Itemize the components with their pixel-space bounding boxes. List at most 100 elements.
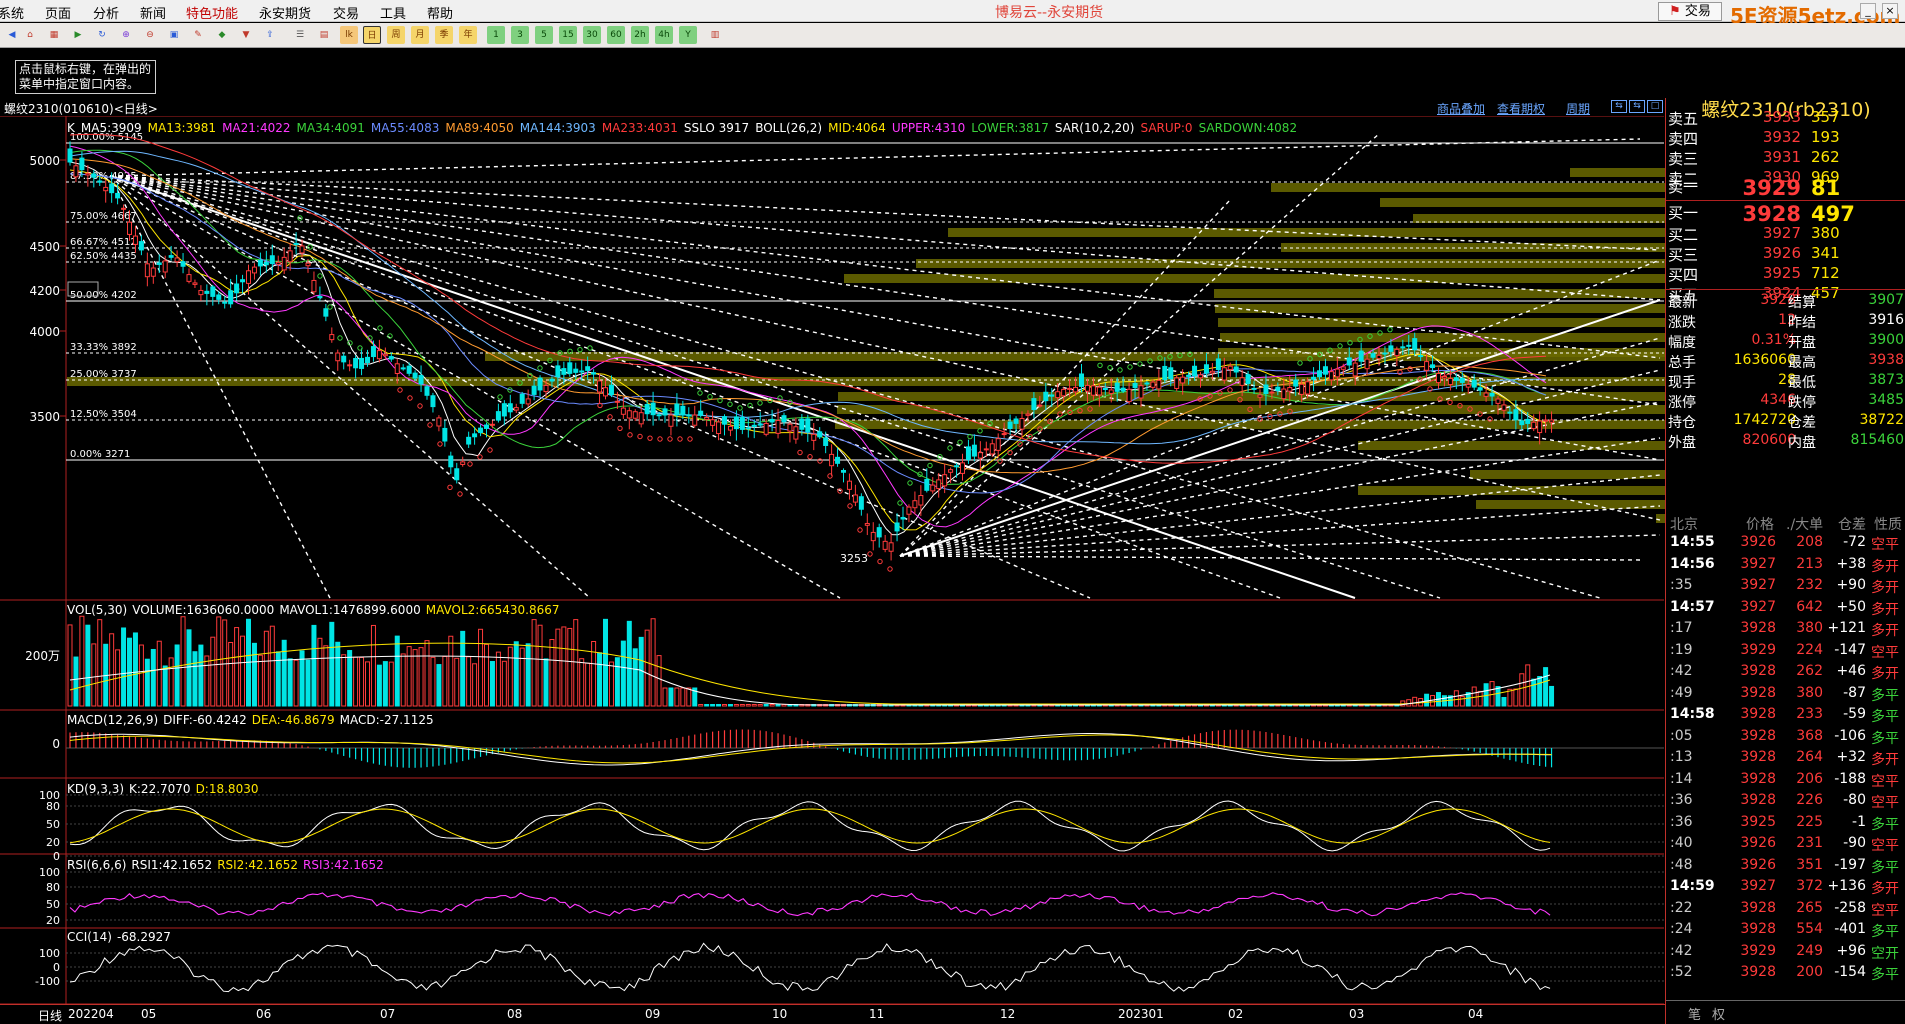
quote-v1: 1636060 xyxy=(1733,352,1796,368)
tick-row[interactable]: 14:57 3927 642 +50 多开 xyxy=(1666,599,1905,621)
period-3m-button[interactable]: 3 xyxy=(511,26,529,44)
window-icon[interactable]: ▣ xyxy=(166,26,182,44)
period-y-button[interactable]: Y xyxy=(679,26,697,44)
calendar-icon[interactable]: ▥ xyxy=(707,26,723,44)
close-icon[interactable]: × xyxy=(1882,3,1898,19)
draw-icon[interactable]: ✎ xyxy=(190,26,206,44)
tick-row[interactable]: :36 3928 226 -80 空平 xyxy=(1666,792,1905,814)
candle-body xyxy=(1186,374,1192,377)
tab-trades[interactable]: 笔 xyxy=(1688,1004,1701,1023)
tick-row[interactable]: 14:55 3926 208 -72 空平 xyxy=(1666,534,1905,556)
refresh-icon[interactable]: ↻ xyxy=(94,26,110,44)
menu-tools[interactable]: 工具 xyxy=(380,3,406,22)
ask-row[interactable]: 卖五 3933 357 xyxy=(1666,108,1905,128)
menu-system[interactable]: 系统 xyxy=(0,3,24,22)
volume-bar xyxy=(156,640,162,707)
ask-row[interactable]: 卖三 3931 262 xyxy=(1666,148,1905,168)
bid1-row[interactable]: 买一 3928 497 xyxy=(1666,202,1905,226)
menu-page[interactable]: 页面 xyxy=(45,3,71,22)
candle-body xyxy=(1025,413,1031,416)
tick-t: :49 xyxy=(1670,684,1693,701)
bid-row[interactable]: 买四 3925 712 xyxy=(1666,264,1905,284)
tick-row[interactable]: :48 3926 351 -197 多平 xyxy=(1666,857,1905,879)
layout-icon[interactable]: ⇆ xyxy=(1611,100,1627,113)
menu-trade[interactable]: 交易 xyxy=(333,3,359,22)
tick-row[interactable]: :36 3925 225 -1 多平 xyxy=(1666,814,1905,836)
kline-chart[interactable]: 100.00% 514587.50% 492575.00% 466766.67%… xyxy=(0,116,1665,1024)
indicator-icon[interactable]: ◆ xyxy=(214,26,230,44)
menu-news[interactable]: 新闻 xyxy=(140,3,166,22)
tick-d: +90 xyxy=(1836,577,1866,593)
bid-row[interactable]: 买二 3927 380 xyxy=(1666,224,1905,244)
period-30m-button[interactable]: 30 xyxy=(583,26,601,44)
zoom-out-icon[interactable]: ⊖ xyxy=(142,26,158,44)
candle-body xyxy=(1293,379,1299,387)
menu-yongan[interactable]: 永安期货 xyxy=(259,3,311,22)
filter-icon[interactable]: ▼ xyxy=(238,26,254,44)
ask1-row[interactable]: 卖一 3929 81 xyxy=(1666,176,1905,200)
period-year-button[interactable]: 年 xyxy=(459,26,477,44)
candle-body xyxy=(1519,420,1525,426)
tick-row[interactable]: :22 3928 265 -258 空平 xyxy=(1666,900,1905,922)
tick-row[interactable]: :35 3927 232 +90 多开 xyxy=(1666,577,1905,599)
sar-dot xyxy=(577,346,583,353)
tick-row[interactable]: :52 3928 200 -154 多平 xyxy=(1666,964,1905,986)
menu-analysis[interactable]: 分析 xyxy=(93,3,119,22)
chart-icon[interactable]: ▤ xyxy=(316,26,332,44)
period-5m-button[interactable]: 5 xyxy=(535,26,553,44)
period-1m-button[interactable]: 1 xyxy=(487,26,505,44)
period-month-button[interactable]: 月 xyxy=(411,26,429,44)
trade-button[interactable]: ⚑ 交易 xyxy=(1658,2,1722,21)
split-icon[interactable]: ⇆ xyxy=(1629,100,1645,113)
period-quarter-button[interactable]: 季 xyxy=(435,26,453,44)
tick-row[interactable]: :17 3928 380 +121 多开 xyxy=(1666,620,1905,642)
tick-row[interactable]: 14:56 3927 213 +38 多开 xyxy=(1666,556,1905,578)
volume-bar xyxy=(323,645,329,707)
sar-dot xyxy=(827,473,833,479)
menu-help[interactable]: 帮助 xyxy=(427,3,453,22)
tick-row[interactable]: :13 3928 264 +32 多开 xyxy=(1666,749,1905,771)
quote-row: 涨停 4346 跌停 3485 xyxy=(1666,392,1905,412)
tick-t: :35 xyxy=(1670,577,1693,593)
bid-row[interactable]: 买三 3926 341 xyxy=(1666,244,1905,264)
tick-row[interactable]: :24 3928 554 -401 多平 xyxy=(1666,921,1905,943)
tick-row[interactable]: 14:59 3927 372 +136 多开 xyxy=(1666,878,1905,900)
home-icon[interactable]: ⌂ xyxy=(22,26,38,44)
maximize-icon[interactable]: □ xyxy=(1647,100,1663,113)
candle-body xyxy=(858,496,864,510)
tick-row[interactable]: 14:58 3928 233 -59 多平 xyxy=(1666,706,1905,728)
tab-rights[interactable]: 权 xyxy=(1712,1004,1725,1023)
period-day-button[interactable]: 日 xyxy=(363,26,381,44)
zoom-in-icon[interactable]: ⊕ xyxy=(118,26,134,44)
minimize-icon[interactable]: _ xyxy=(1860,3,1876,19)
tick-row[interactable]: :42 3928 262 +46 多开 xyxy=(1666,663,1905,685)
options-link[interactable]: 查看期权 xyxy=(1497,100,1545,117)
period-week-button[interactable]: 周 xyxy=(387,26,405,44)
sar-dot xyxy=(1297,360,1303,366)
price-axis: 50004500420040003500200万0100805020010080… xyxy=(25,154,66,988)
tick-row[interactable]: :19 3929 224 -147 空平 xyxy=(1666,642,1905,664)
candle-body xyxy=(829,453,835,467)
back-icon[interactable]: ◀ xyxy=(4,26,20,44)
tick-row[interactable]: :42 3929 249 +96 空开 xyxy=(1666,943,1905,965)
grid-icon[interactable]: ▦ xyxy=(46,26,62,44)
menu-features[interactable]: 特色功能 xyxy=(186,3,238,22)
tick-row[interactable]: :14 3928 206 -188 空平 xyxy=(1666,771,1905,793)
tick-row[interactable]: :40 3926 231 -90 空平 xyxy=(1666,835,1905,857)
period-60m-button[interactable]: 60 xyxy=(607,26,625,44)
tick-row[interactable]: :49 3928 380 -87 多平 xyxy=(1666,685,1905,707)
period-15m-button[interactable]: 15 xyxy=(559,26,577,44)
cci-axis-label: -100 xyxy=(35,975,60,988)
export-icon[interactable]: ⇪ xyxy=(262,26,278,44)
tool-lk-button[interactable]: lk xyxy=(340,26,358,44)
candle-body xyxy=(436,417,442,427)
list-icon[interactable]: ☰ xyxy=(292,26,308,44)
ask-row[interactable]: 卖四 3932 193 xyxy=(1666,128,1905,148)
candle-body xyxy=(1299,383,1305,395)
period-link[interactable]: 周期 xyxy=(1566,100,1590,117)
forward-icon[interactable]: ▶ xyxy=(70,26,86,44)
tick-row[interactable]: :05 3928 368 -106 多平 xyxy=(1666,728,1905,750)
overlay-link[interactable]: 商品叠加 xyxy=(1437,100,1485,117)
period-4h-button[interactable]: 4h xyxy=(655,26,673,44)
period-2h-button[interactable]: 2h xyxy=(631,26,649,44)
